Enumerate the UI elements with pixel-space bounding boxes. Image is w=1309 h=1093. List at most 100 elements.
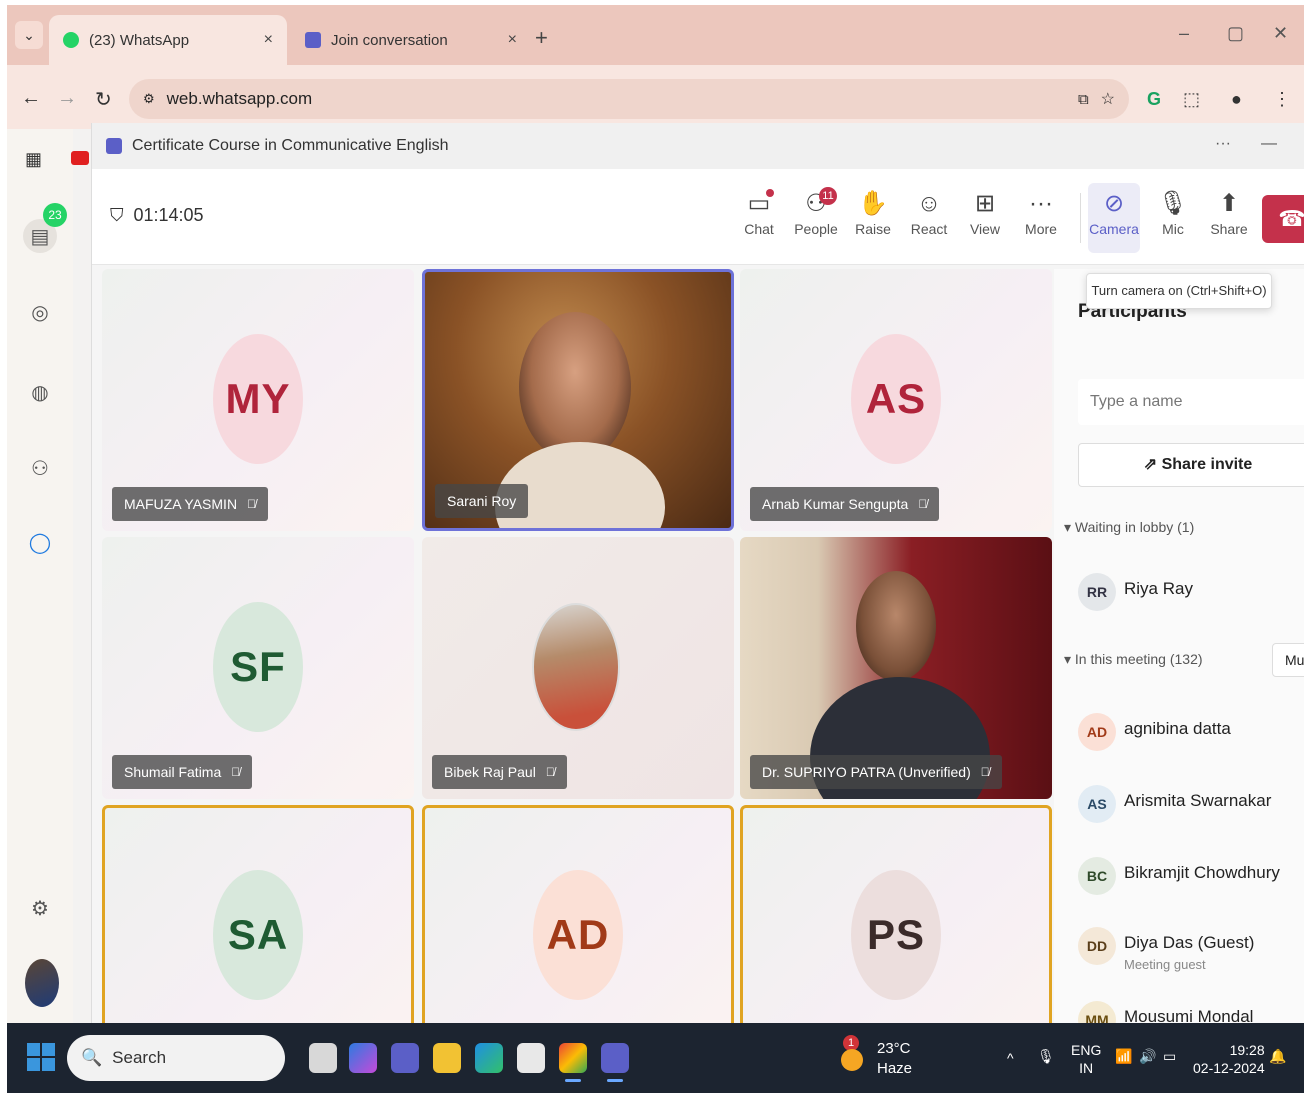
new-tab-button[interactable]: + — [535, 25, 548, 51]
meta-ai-icon[interactable]: ◯ — [23, 525, 57, 559]
meeting-participant-row[interactable]: AS Arismita Swarnakar ✋ — [1078, 781, 1304, 829]
raise-hand-button[interactable]: ✋ Raise — [846, 187, 900, 237]
close-window-button[interactable]: ✕ — [1273, 23, 1288, 44]
apps-grid-icon[interactable]: ▦ — [25, 149, 42, 170]
mic-button[interactable]: 🎙 Mic — [1146, 187, 1200, 237]
participant-name: Bibek Raj Paul — [444, 764, 536, 780]
show-hidden-icons[interactable]: ^ — [1007, 1049, 1014, 1067]
chrome-icon[interactable] — [559, 1043, 587, 1082]
lobby-section-header[interactable]: ▾ Waiting in lobby (1) — [1064, 519, 1194, 536]
raised-hand-icon: ✋ — [1303, 719, 1304, 744]
meeting-title: Certificate Course in Communicative Engl… — [132, 137, 449, 154]
teams-taskbar-icon[interactable] — [391, 1043, 419, 1073]
install-icon[interactable]: ⧉ — [1078, 91, 1089, 108]
meeting-participant-row[interactable]: AD agnibina datta ✋ — [1078, 709, 1304, 757]
weather-desc: Haze — [877, 1060, 913, 1077]
participant-name: Arnab Kumar Sengupta — [762, 496, 909, 512]
microphone-tray-icon[interactable]: 🎙 — [1037, 1047, 1055, 1065]
participant-name: Dr. SUPRIYO PATRA (Unverified) — [762, 764, 971, 780]
tab-title: (23) WhatsApp — [89, 31, 190, 49]
communities-icon[interactable]: ⚇ — [23, 451, 57, 485]
minimize-button[interactable]: – — [1179, 23, 1189, 44]
view-label: View — [969, 221, 1001, 237]
teams-meeting-taskbar-icon[interactable] — [601, 1043, 629, 1082]
share-button[interactable]: ⬆ Share — [1202, 187, 1256, 237]
meeting-participant-row[interactable]: DD Diya Das (Guest) Meeting guest ✋ — [1078, 923, 1304, 972]
browser-toolbar: ← → ↻ ⚙ web.whatsapp.com ⧉ ☆ G ⬚ ● ⋮ — [7, 65, 1304, 129]
participant-search-input[interactable]: Type a name — [1078, 379, 1304, 425]
search-placeholder: Search — [112, 1048, 167, 1067]
tab-whatsapp[interactable]: (23) WhatsApp × — [49, 15, 287, 65]
grammarly-extension-icon[interactable]: G — [1147, 89, 1161, 110]
participant-name: Shumail Fatima — [124, 764, 222, 780]
people-count-badge: 11 — [819, 187, 837, 205]
profile-avatar-icon[interactable]: ● — [1231, 89, 1242, 110]
edge-icon[interactable] — [475, 1043, 503, 1073]
tab-search-button[interactable]: ⌄ — [15, 21, 43, 49]
mute-all-button[interactable]: Mut — [1272, 643, 1304, 677]
tab-join-conversation[interactable]: Join conversation × — [291, 15, 531, 65]
notifications-icon[interactable]: 🔔 — [1269, 1047, 1286, 1065]
hand-icon: ✋ — [858, 190, 888, 217]
language-code: ENG — [1071, 1042, 1102, 1058]
leave-call-button[interactable]: ☎ — [1262, 195, 1304, 243]
status-icon[interactable]: ◎ — [23, 295, 57, 329]
copilot-icon[interactable] — [349, 1043, 377, 1073]
more-button[interactable]: ··· More — [1014, 187, 1068, 237]
participant-tile-video[interactable]: Sarani Roy — [422, 269, 734, 531]
tab-close-button[interactable]: × — [264, 31, 273, 49]
tab-title: Join conversation — [331, 31, 448, 49]
meeting-section-header[interactable]: ▾ In this meeting (132) — [1064, 651, 1203, 668]
view-button[interactable]: ⊞ View — [958, 187, 1012, 237]
language-indicator[interactable]: ENG IN — [1071, 1041, 1101, 1077]
wifi-icon[interactable]: 📶 — [1115, 1047, 1132, 1065]
window-more-icon[interactable]: ··· — [1215, 135, 1231, 153]
profile-avatar[interactable] — [25, 959, 59, 1007]
share-arrow-icon: ⬆ — [1218, 190, 1240, 217]
participant-tile[interactable]: MY MAFUZA YASMIN 🎙̸ — [102, 269, 414, 531]
weather-widget[interactable]: 1 23°C Haze — [841, 1035, 913, 1079]
file-explorer-icon[interactable] — [433, 1043, 461, 1073]
site-info-icon[interactable]: ⚙ — [143, 91, 155, 107]
battery-icon[interactable]: ▭ — [1163, 1047, 1176, 1065]
meeting-participant-row[interactable]: BC Bikramjit Chowdhury ✋ — [1078, 853, 1304, 901]
participant-nametag: Arnab Kumar Sengupta 🎙̸ — [750, 487, 940, 521]
volume-icon[interactable]: 🔊 — [1139, 1047, 1156, 1065]
participant-tile-video[interactable]: Dr. SUPRIYO PATRA (Unverified) 🎙̸ — [740, 537, 1052, 799]
back-arrow-icon[interactable]: ← — [21, 87, 41, 110]
share-invite-button[interactable]: ⇗ Share invite — [1078, 443, 1304, 487]
participant-tile[interactable]: AS Arnab Kumar Sengupta 🎙̸ — [740, 269, 1052, 531]
react-button[interactable]: ☺ React — [902, 187, 956, 237]
extensions-icon[interactable]: ⬚ — [1183, 89, 1200, 110]
bookmark-star-icon[interactable]: ☆ — [1101, 89, 1115, 109]
forward-arrow-icon[interactable]: → — [57, 87, 77, 110]
channels-icon[interactable]: ◍ — [23, 375, 57, 409]
weather-sun-icon — [841, 1049, 863, 1071]
browser-tab-strip: ⌄ (23) WhatsApp × Join conversation × + … — [7, 5, 1304, 65]
participant-name: Riya Ray — [1124, 579, 1193, 598]
camera-button[interactable]: ⊘ Camera — [1088, 183, 1140, 253]
window-minimize-button[interactable]: — — [1261, 135, 1277, 153]
address-bar[interactable]: ⚙ web.whatsapp.com ⧉ ☆ — [129, 79, 1129, 119]
lobby-participant-row[interactable]: RR Riya Ray ✓ — [1078, 569, 1304, 617]
participant-tile-photo[interactable]: Bibek Raj Paul 🎙̸ — [422, 537, 734, 799]
settings-gear-icon[interactable]: ⚙ — [23, 891, 57, 925]
taskbar-search[interactable]: 🔍 Search — [67, 1035, 285, 1081]
participant-tile[interactable]: SF Shumail Fatima 🎙̸ — [102, 537, 414, 799]
tab-close-button[interactable]: × — [508, 31, 517, 49]
task-view-icon[interactable] — [309, 1043, 337, 1073]
smiley-icon: ☺ — [916, 190, 942, 217]
participant-avatar: DD — [1078, 927, 1116, 965]
reload-icon[interactable]: ↻ — [95, 87, 112, 112]
store-icon[interactable] — [517, 1043, 545, 1073]
clock[interactable]: 19:28 02-12-2024 — [1193, 1041, 1265, 1077]
browser-menu-icon[interactable]: ⋮ — [1273, 89, 1291, 110]
url-text: web.whatsapp.com — [166, 89, 313, 108]
windows-start-icon[interactable] — [27, 1043, 55, 1071]
youtube-bookmark-icon[interactable] — [71, 151, 89, 165]
people-button[interactable]: ⚇ 11 People — [789, 187, 843, 272]
search-icon: 🔍 — [81, 1048, 103, 1067]
chat-label: Chat — [744, 221, 774, 237]
chat-button[interactable]: ▭ Chat — [732, 187, 786, 237]
restore-button[interactable]: ▢ — [1227, 23, 1244, 44]
